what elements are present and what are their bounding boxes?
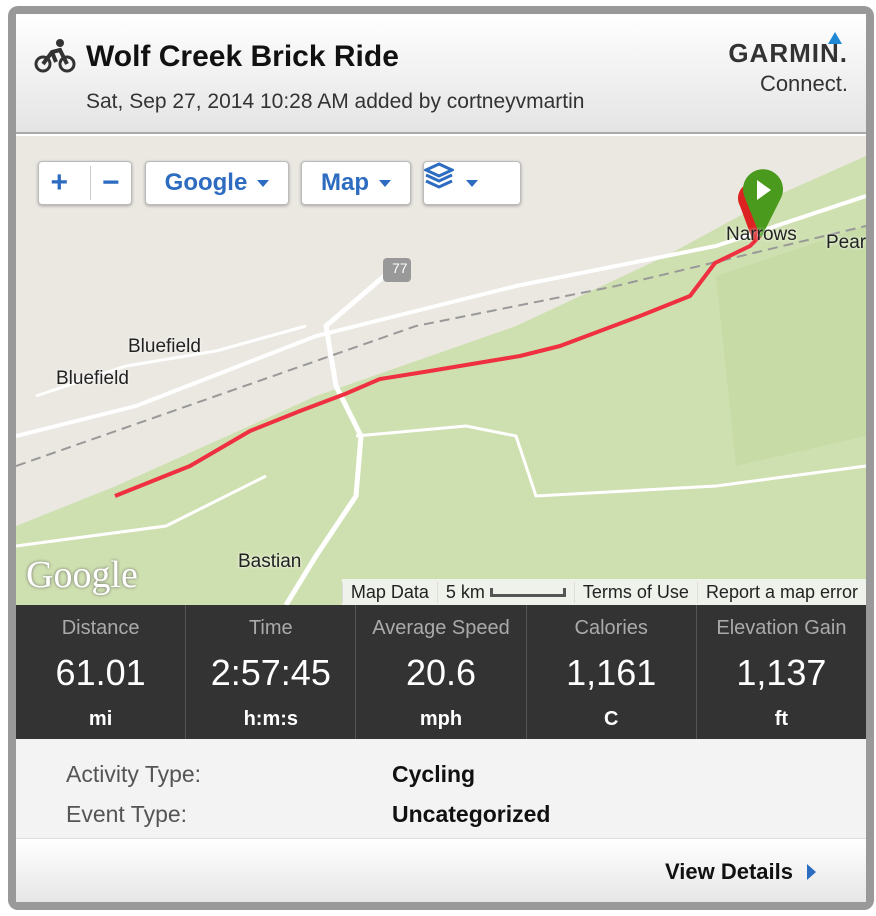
stat-value: 61.01 <box>55 652 146 693</box>
zoom-out-button[interactable]: − <box>89 166 132 200</box>
stat-label: Average Speed <box>372 617 510 639</box>
chevron-down-icon <box>379 179 391 187</box>
event-type-label: Event Type: <box>66 801 188 827</box>
activity-title: Wolf Creek Brick Ride <box>86 40 399 73</box>
layers-dropdown[interactable] <box>423 161 521 205</box>
map-type-label: Map <box>321 169 369 196</box>
stat-calories: Calories 1,161 C <box>525 605 696 739</box>
logo-connect: Connect. <box>759 71 848 96</box>
chevron-down-icon <box>257 179 270 187</box>
map-attribution: Map Data 5 km Terms of Use Report a map … <box>341 579 866 605</box>
map-label-bluefield: Bluefield <box>56 368 129 389</box>
map[interactable]: 77 Narrows Pear Bluefield Bluefield Bast… <box>16 136 866 605</box>
stats-bar: Distance 61.01 mi Time 2:57:45 h:m:s Average… <box>16 605 866 739</box>
chevron-right-icon <box>807 864 816 880</box>
activity-details: Activity Type: Cycling Event Type: Uncateg… <box>16 739 866 839</box>
map-label-bluefield: Bluefield <box>128 336 201 357</box>
google-logo: Google <box>26 554 138 596</box>
map-data-link[interactable]: Map Data <box>341 581 437 603</box>
stat-unit: mi <box>88 708 113 730</box>
garmin-connect-logo[interactable]: GARMIN. Connect. <box>728 32 848 97</box>
scale-label: 5 km <box>445 581 485 602</box>
provider-dropdown[interactable]: Google <box>145 161 289 205</box>
stat-elevation-gain: Elevation Gain 1,137 ft <box>695 605 866 739</box>
stat-unit: h:m:s <box>243 708 299 730</box>
activity-type-row: Activity Type: Cycling <box>66 761 475 788</box>
view-details-link[interactable]: View Details <box>665 859 816 885</box>
terms-link[interactable]: Terms of Use <box>573 581 697 603</box>
stat-time: Time 2:57:45 h:m:s <box>185 605 355 739</box>
map-type-dropdown[interactable]: Map <box>301 161 411 205</box>
garmin-triangle-icon <box>828 32 842 44</box>
zoom-in-button[interactable]: + <box>39 166 80 200</box>
activity-subtitle: Sat, Sep 27, 2014 10:28 AM added by cort… <box>86 90 585 113</box>
stat-unit: C <box>603 708 619 730</box>
scale-bar: 5 km <box>436 581 574 603</box>
stat-unit: ft <box>774 708 789 730</box>
stat-average-speed: Average Speed 20.6 mph <box>355 605 525 739</box>
stat-value: 1,137 <box>736 652 827 693</box>
highway-label: 77 <box>392 260 408 276</box>
stat-label: Distance <box>61 617 140 639</box>
view-details-label: View Details <box>665 859 793 884</box>
cycling-icon <box>34 39 76 73</box>
report-error-link[interactable]: Report a map error <box>696 581 866 603</box>
activity-type-label: Activity Type: <box>66 761 202 787</box>
stat-value: 1,161 <box>566 652 657 693</box>
event-type-value: Uncategorized <box>392 801 551 827</box>
header: Wolf Creek Brick Ride Sat, Sep 27, 2014 … <box>16 14 866 134</box>
map-label-narrows: Narrows <box>726 224 797 245</box>
footer: View Details <box>16 840 866 902</box>
stat-distance: Distance 61.01 mi <box>16 605 185 739</box>
zoom-control: + − <box>38 161 132 205</box>
activity-card: Wolf Creek Brick Ride Sat, Sep 27, 2014 … <box>8 6 874 910</box>
map-label-pear: Pear <box>826 232 866 253</box>
layers-icon <box>424 162 454 189</box>
map-canvas <box>16 156 866 605</box>
activity-type-value: Cycling <box>392 761 476 787</box>
provider-label: Google <box>164 169 248 196</box>
stat-label: Elevation Gain <box>716 617 847 639</box>
stat-value: 20.6 <box>405 652 477 693</box>
stat-label: Time <box>248 617 293 639</box>
stat-label: Calories <box>574 617 648 639</box>
event-type-row: Event Type: Uncategorized <box>66 801 550 828</box>
map-label-bastian: Bastian <box>238 551 302 572</box>
stat-unit: mph <box>419 708 463 730</box>
chevron-down-icon <box>466 179 478 187</box>
stat-value: 2:57:45 <box>210 652 331 693</box>
